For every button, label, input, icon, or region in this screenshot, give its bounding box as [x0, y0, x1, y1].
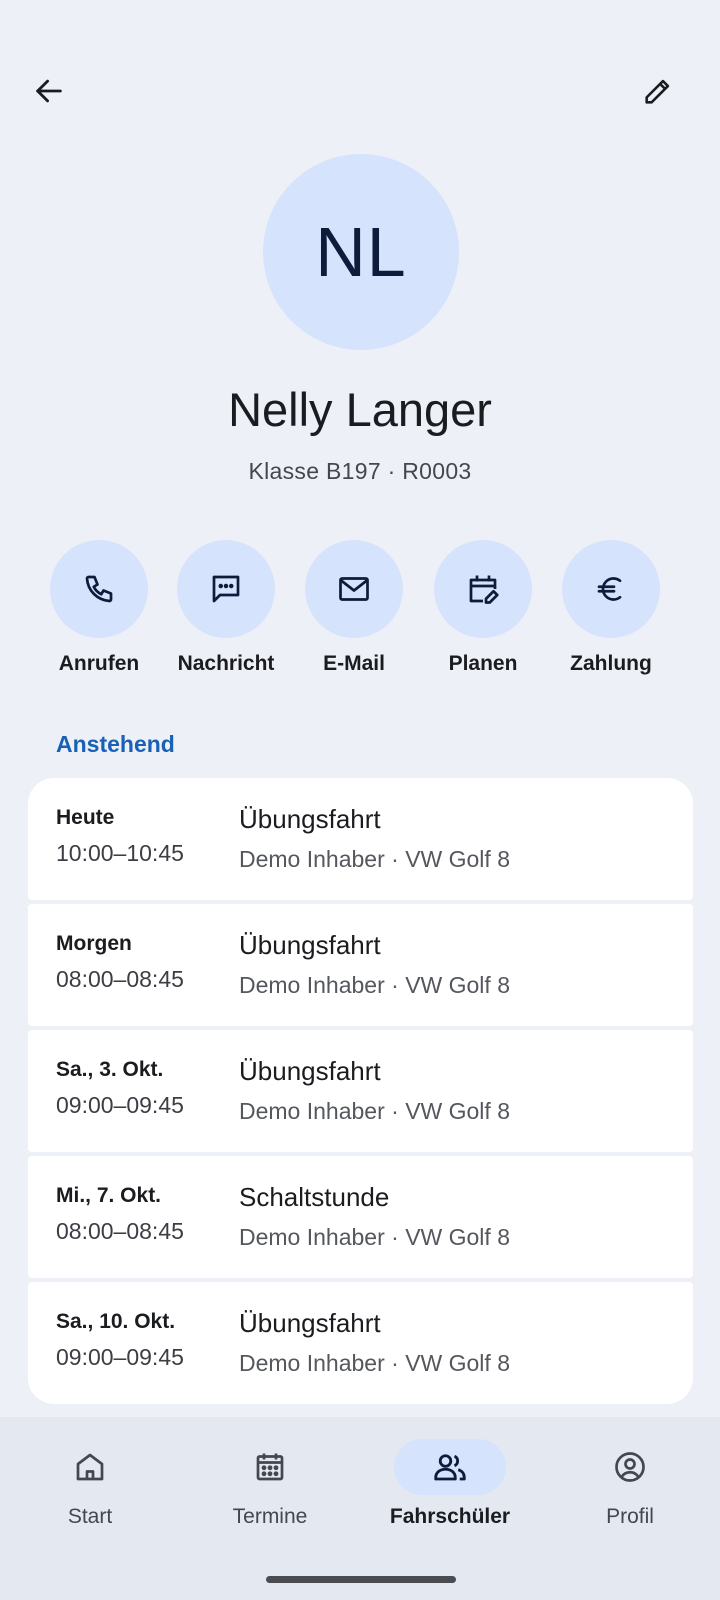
- nav-item-start-label: Start: [67, 1505, 113, 1528]
- lesson-type: Schaltstunde: [239, 1182, 390, 1212]
- nav-item-termine-pill[interactable]: [214, 1439, 326, 1495]
- phone-icon: [85, 575, 113, 603]
- nav-item-profil[interactable]: Profil: [540, 1439, 720, 1529]
- lesson-meta: Demo Inhaber · VW Golf 8: [239, 1224, 510, 1250]
- lesson-time: 08:00–08:45: [56, 966, 184, 992]
- nav-item-fahrschueler-pill[interactable]: [394, 1439, 506, 1495]
- email-action-circle[interactable]: [305, 540, 403, 638]
- mail-icon: [339, 577, 369, 601]
- lesson-meta: Demo Inhaber · VW Golf 8: [239, 846, 510, 872]
- quick-actions: Anrufen Nachricht E-Mail Planen Zahlung: [0, 540, 720, 680]
- lesson-type: Übungsfahrt: [239, 1308, 381, 1338]
- edit-button[interactable]: [630, 63, 686, 119]
- calendar-icon: [256, 1453, 284, 1481]
- list-item[interactable]: Morgen 08:00–08:45 Übungsfahrt Demo Inha…: [28, 904, 693, 1026]
- bottom-navigation: Start Termine Fahrschüler Profil: [0, 1417, 720, 1600]
- back-button[interactable]: [21, 63, 77, 119]
- lesson-meta: Demo Inhaber · VW Golf 8: [239, 1098, 510, 1124]
- plan-action-button[interactable]: Planen: [418, 540, 548, 676]
- nav-item-fahrschueler[interactable]: Fahrschüler: [360, 1439, 540, 1529]
- lesson-day: Morgen: [56, 932, 132, 955]
- lesson-time: 09:00–09:45: [56, 1092, 184, 1118]
- upcoming-lessons-list: Heute 10:00–10:45 Übungsfahrt Demo Inhab…: [28, 778, 693, 1404]
- lesson-type: Übungsfahrt: [239, 804, 381, 834]
- people-icon: [434, 1454, 466, 1481]
- nav-item-start-pill[interactable]: [34, 1439, 146, 1495]
- nav-item-termine[interactable]: Termine: [180, 1439, 360, 1529]
- message-icon: [212, 575, 240, 603]
- call-action-label: Anrufen: [58, 652, 140, 675]
- list-item[interactable]: Sa., 10. Okt. 09:00–09:45 Übungsfahrt De…: [28, 1282, 693, 1404]
- payment-action-circle[interactable]: [562, 540, 660, 638]
- lesson-type: Übungsfahrt: [239, 1056, 381, 1086]
- nav-item-fahrschueler-label: Fahrschüler: [389, 1505, 511, 1528]
- call-action-circle[interactable]: [50, 540, 148, 638]
- list-item[interactable]: Sa., 3. Okt. 09:00–09:45 Übungsfahrt Dem…: [28, 1030, 693, 1152]
- lesson-meta: Demo Inhaber · VW Golf 8: [239, 972, 510, 998]
- arrow-left-icon: [36, 79, 62, 103]
- message-action-button[interactable]: Nachricht: [161, 540, 291, 676]
- calendar-edit-icon: [469, 575, 499, 604]
- lesson-day: Heute: [56, 806, 115, 829]
- plan-action-label: Planen: [448, 652, 518, 675]
- lesson-day: Mi., 7. Okt.: [56, 1184, 162, 1207]
- nav-item-profil-label: Profil: [606, 1505, 654, 1528]
- avatar: NL: [263, 154, 459, 350]
- top-app-bar: [0, 0, 720, 180]
- list-item[interactable]: Heute 10:00–10:45 Übungsfahrt Demo Inhab…: [28, 778, 693, 900]
- lesson-time: 09:00–09:45: [56, 1344, 184, 1370]
- home-indicator[interactable]: [266, 1576, 456, 1583]
- payment-action-label: Zahlung: [570, 652, 652, 675]
- lesson-day: Sa., 3. Okt.: [56, 1058, 164, 1081]
- email-action-button[interactable]: E-Mail: [289, 540, 419, 676]
- nav-item-termine-label: Termine: [232, 1505, 308, 1528]
- student-name: Nelly Langer: [228, 383, 492, 436]
- list-item[interactable]: Mi., 7. Okt. 08:00–08:45 Schaltstunde De…: [28, 1156, 693, 1278]
- euro-icon: [597, 577, 622, 601]
- message-action-label: Nachricht: [177, 652, 275, 675]
- account-circle-icon: [615, 1452, 645, 1482]
- nav-item-start[interactable]: Start: [0, 1439, 180, 1529]
- plan-action-circle[interactable]: [434, 540, 532, 638]
- email-action-label: E-Mail: [323, 652, 385, 675]
- nav-item-profil-pill[interactable]: [574, 1439, 686, 1495]
- home-icon: [76, 1453, 104, 1481]
- lesson-meta: Demo Inhaber · VW Golf 8: [239, 1350, 510, 1376]
- lesson-time: 08:00–08:45: [56, 1218, 184, 1244]
- message-action-circle[interactable]: [177, 540, 275, 638]
- call-action-button[interactable]: Anrufen: [34, 540, 164, 676]
- pencil-icon: [645, 79, 670, 104]
- lesson-time: 10:00–10:45: [56, 840, 184, 866]
- lesson-type: Übungsfahrt: [239, 930, 381, 960]
- avatar-initials: NL: [315, 213, 407, 291]
- section-title-upcoming: Anstehend: [56, 731, 175, 757]
- lesson-day: Sa., 10. Okt.: [56, 1310, 176, 1333]
- student-subtitle: Klasse B197 · R0003: [248, 458, 472, 484]
- payment-action-button[interactable]: Zahlung: [546, 540, 676, 676]
